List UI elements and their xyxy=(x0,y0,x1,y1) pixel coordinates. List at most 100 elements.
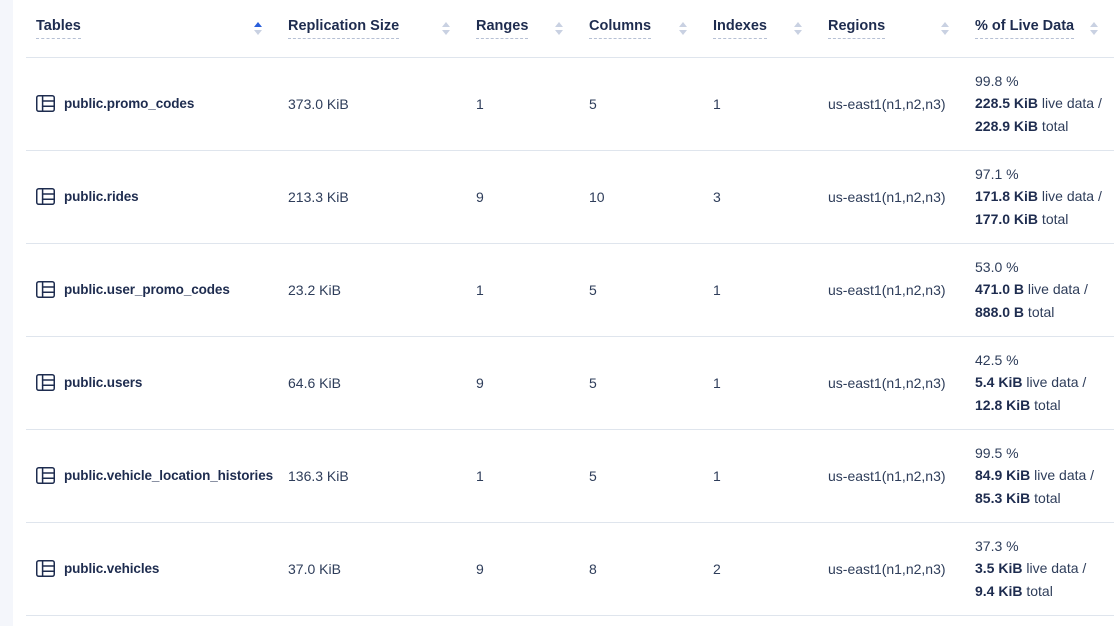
live-size-line: 5.4 KiB live data / xyxy=(975,371,1114,394)
cell-columns: 5 xyxy=(579,57,703,150)
table-row: public.vehicles 37.0 KiB 9 8 2 us-east1(… xyxy=(26,522,1114,615)
cell-live-data: 99.5 % 84.9 KiB live data / 85.3 KiB tot… xyxy=(965,429,1114,522)
cell-ranges: 9 xyxy=(466,150,579,243)
table-icon xyxy=(36,467,55,484)
table-name-link[interactable]: public.users xyxy=(64,375,142,390)
cell-indexes: 1 xyxy=(703,57,818,150)
total-size-line: 9.4 KiB total xyxy=(975,580,1114,603)
cell-regions: us-east1(n1,n2,n3) xyxy=(818,243,965,336)
column-header-label[interactable]: Replication Size xyxy=(288,18,399,39)
cell-replication-size: 37.0 KiB xyxy=(278,522,466,615)
table-icon xyxy=(36,188,55,205)
column-header-columns[interactable]: Columns xyxy=(579,0,703,57)
live-percent: 37.3 % xyxy=(975,535,1114,558)
cell-live-data: 37.3 % 3.5 KiB live data / 9.4 KiB total xyxy=(965,522,1114,615)
cell-table-name[interactable]: public.vehicle_location_histories xyxy=(26,429,278,522)
column-header-label[interactable]: Columns xyxy=(589,18,651,39)
cell-live-data: 99.8 % 228.5 KiB live data / 228.9 KiB t… xyxy=(965,57,1114,150)
sort-icon[interactable] xyxy=(941,22,965,35)
table-icon xyxy=(36,95,55,112)
live-percent: 53.0 % xyxy=(975,256,1114,279)
table-name-link[interactable]: public.user_promo_codes xyxy=(64,282,230,297)
sort-icon[interactable] xyxy=(794,22,818,35)
cell-table-name[interactable]: public.vehicles xyxy=(26,522,278,615)
cell-indexes: 3 xyxy=(703,150,818,243)
table-row: public.user_promo_codes 23.2 KiB 1 5 1 u… xyxy=(26,243,1114,336)
table-row: public.promo_codes 373.0 KiB 1 5 1 us-ea… xyxy=(26,57,1114,150)
cell-replication-size: 373.0 KiB xyxy=(278,57,466,150)
sort-icon[interactable] xyxy=(679,22,703,35)
total-size-line: 888.0 B total xyxy=(975,301,1114,324)
column-header-label[interactable]: Tables xyxy=(36,18,81,39)
table-header-row: Tables Replication Size Ranges xyxy=(26,0,1114,57)
cell-columns: 8 xyxy=(579,522,703,615)
column-header-live-data[interactable]: % of Live Data xyxy=(965,0,1114,57)
cell-regions: us-east1(n1,n2,n3) xyxy=(818,522,965,615)
table-row: public.users 64.6 KiB 9 5 1 us-east1(n1,… xyxy=(26,336,1114,429)
cell-ranges: 9 xyxy=(466,522,579,615)
table-name-link[interactable]: public.rides xyxy=(64,189,139,204)
table-icon xyxy=(36,560,55,577)
live-percent: 99.5 % xyxy=(975,442,1114,465)
table-name-link[interactable]: public.vehicles xyxy=(64,561,159,576)
cell-columns: 5 xyxy=(579,243,703,336)
live-size-line: 471.0 B live data / xyxy=(975,278,1114,301)
cell-regions: us-east1(n1,n2,n3) xyxy=(818,57,965,150)
column-header-indexes[interactable]: Indexes xyxy=(703,0,818,57)
cell-table-name[interactable]: public.rides xyxy=(26,150,278,243)
cell-regions: us-east1(n1,n2,n3) xyxy=(818,429,965,522)
cell-columns: 10 xyxy=(579,150,703,243)
column-header-label[interactable]: Ranges xyxy=(476,18,528,39)
cell-ranges: 1 xyxy=(466,57,579,150)
total-size-line: 85.3 KiB total xyxy=(975,487,1114,510)
cell-indexes: 1 xyxy=(703,243,818,336)
live-size-line: 171.8 KiB live data / xyxy=(975,185,1114,208)
cell-indexes: 1 xyxy=(703,336,818,429)
column-header-tables[interactable]: Tables xyxy=(26,0,278,57)
cell-table-name[interactable]: public.promo_codes xyxy=(26,57,278,150)
cell-table-name[interactable]: public.user_promo_codes xyxy=(26,243,278,336)
table-row: public.rides 213.3 KiB 9 10 3 us-east1(n… xyxy=(26,150,1114,243)
cell-replication-size: 213.3 KiB xyxy=(278,150,466,243)
cell-columns: 5 xyxy=(579,336,703,429)
total-size-line: 12.8 KiB total xyxy=(975,394,1114,417)
live-percent: 99.8 % xyxy=(975,70,1114,93)
live-size-line: 228.5 KiB live data / xyxy=(975,92,1114,115)
total-size-line: 228.9 KiB total xyxy=(975,115,1114,138)
cell-columns: 5 xyxy=(579,429,703,522)
cell-replication-size: 136.3 KiB xyxy=(278,429,466,522)
tables-list-container: Tables Replication Size Ranges xyxy=(13,0,1114,616)
cell-replication-size: 23.2 KiB xyxy=(278,243,466,336)
table-row: public.vehicle_location_histories 136.3 … xyxy=(26,429,1114,522)
column-header-label[interactable]: Indexes xyxy=(713,18,767,39)
page-gutter xyxy=(0,0,13,626)
live-percent: 42.5 % xyxy=(975,349,1114,372)
total-size-line: 177.0 KiB total xyxy=(975,208,1114,231)
cell-ranges: 1 xyxy=(466,429,579,522)
cell-live-data: 97.1 % 171.8 KiB live data / 177.0 KiB t… xyxy=(965,150,1114,243)
live-size-line: 3.5 KiB live data / xyxy=(975,557,1114,580)
database-tables-table: Tables Replication Size Ranges xyxy=(26,0,1114,616)
column-header-label[interactable]: Regions xyxy=(828,18,885,39)
live-percent: 97.1 % xyxy=(975,163,1114,186)
cell-regions: us-east1(n1,n2,n3) xyxy=(818,336,965,429)
sort-icon[interactable] xyxy=(442,22,466,35)
table-name-link[interactable]: public.vehicle_location_histories xyxy=(64,468,273,483)
sort-icon[interactable] xyxy=(555,22,579,35)
table-icon xyxy=(36,281,55,298)
sort-icon[interactable] xyxy=(254,22,278,35)
column-header-replication-size[interactable]: Replication Size xyxy=(278,0,466,57)
cell-regions: us-east1(n1,n2,n3) xyxy=(818,150,965,243)
table-name-link[interactable]: public.promo_codes xyxy=(64,96,194,111)
cell-ranges: 1 xyxy=(466,243,579,336)
column-header-label[interactable]: % of Live Data xyxy=(975,18,1074,39)
cell-indexes: 1 xyxy=(703,429,818,522)
cell-live-data: 42.5 % 5.4 KiB live data / 12.8 KiB tota… xyxy=(965,336,1114,429)
live-size-line: 84.9 KiB live data / xyxy=(975,464,1114,487)
column-header-ranges[interactable]: Ranges xyxy=(466,0,579,57)
column-header-regions[interactable]: Regions xyxy=(818,0,965,57)
cell-indexes: 2 xyxy=(703,522,818,615)
tables-page: Tables Replication Size Ranges xyxy=(0,0,1114,626)
cell-table-name[interactable]: public.users xyxy=(26,336,278,429)
sort-icon[interactable] xyxy=(1090,22,1114,35)
